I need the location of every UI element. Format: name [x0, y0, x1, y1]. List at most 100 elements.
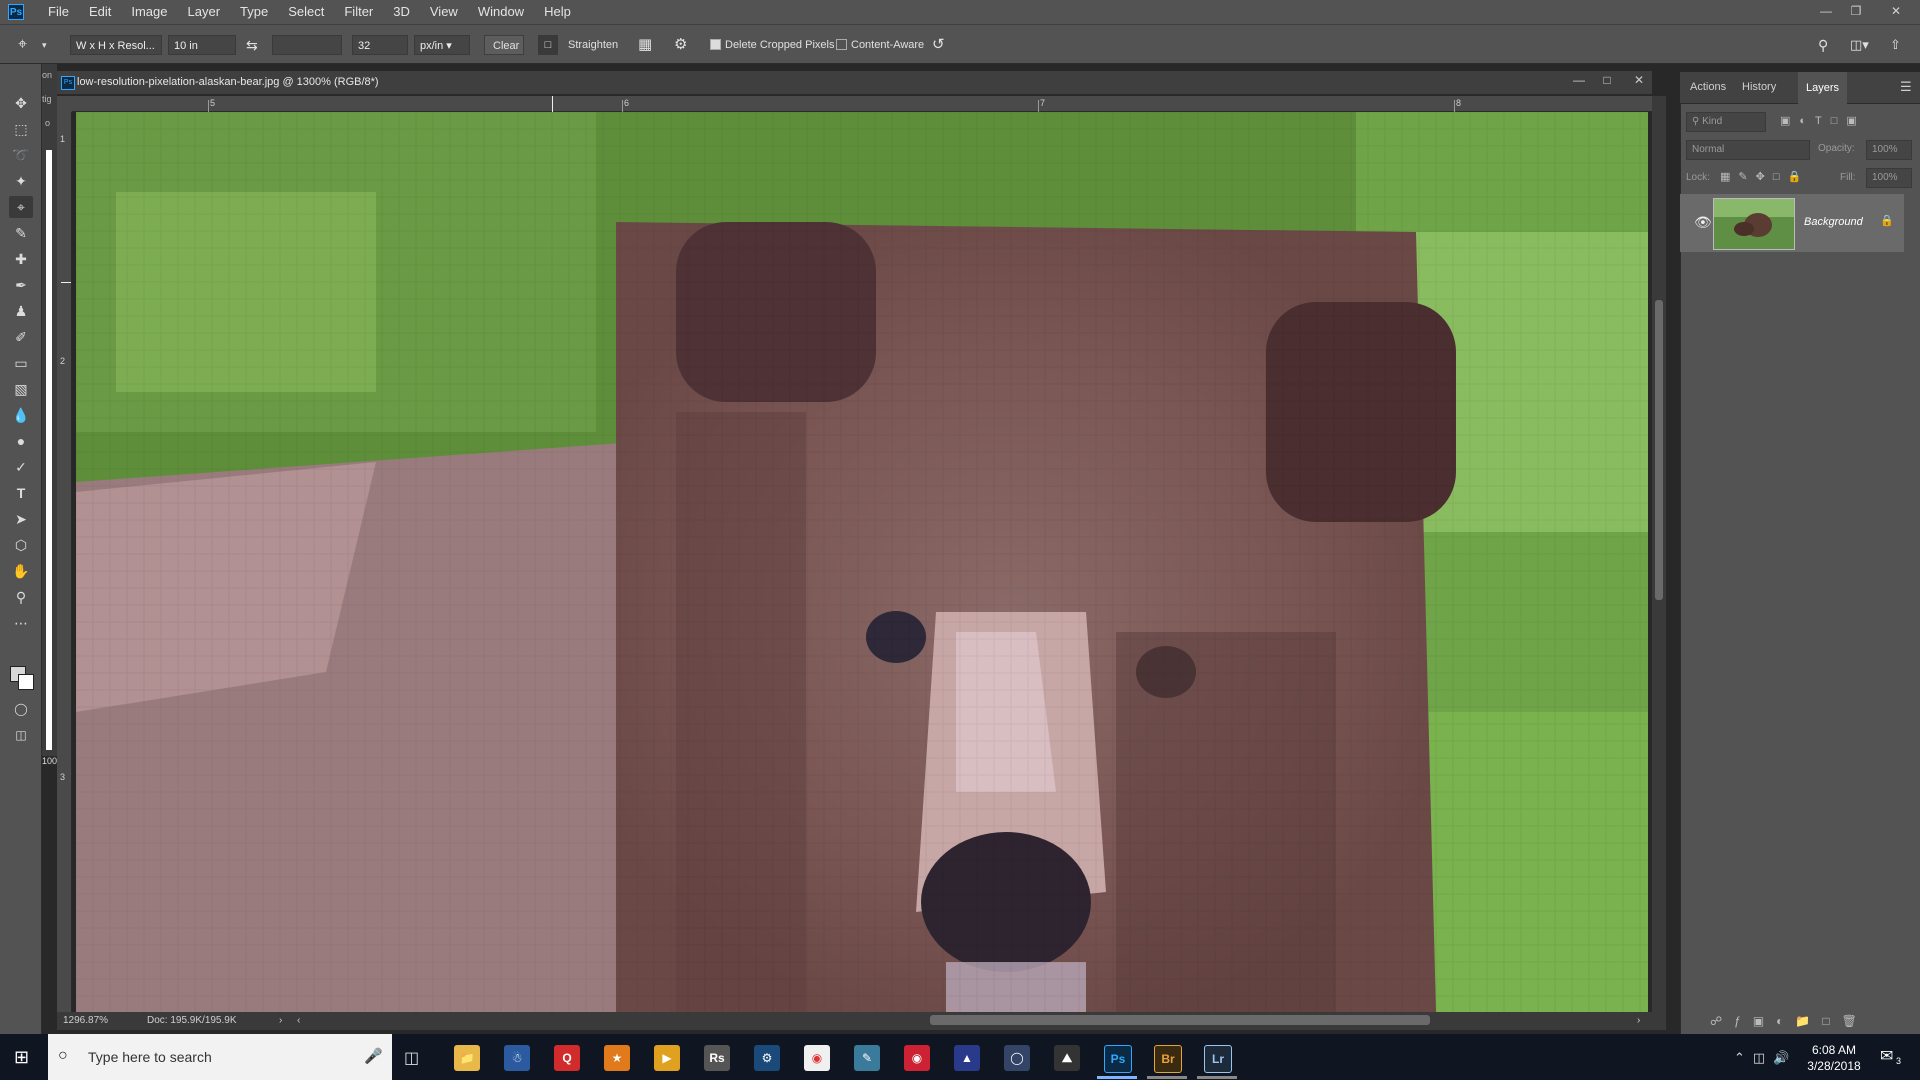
image-canvas[interactable] [76, 112, 1648, 1012]
filter-icons[interactable]: ▣◐T□▣ [1780, 114, 1866, 127]
brush-size-slider[interactable] [46, 150, 52, 750]
zoom-level[interactable]: 1296.87% [63, 1015, 108, 1026]
menu-layer[interactable]: Layer [178, 0, 231, 24]
app-icon[interactable]: ★ [604, 1045, 630, 1071]
delete-cropped-checkbox[interactable]: Delete Cropped Pixels [710, 35, 834, 55]
swap-icon[interactable]: ⇆ [246, 35, 258, 55]
lightroom-taskbar-icon[interactable]: Lr [1204, 1045, 1232, 1073]
shape-tool-icon[interactable]: ⬡ [9, 534, 33, 556]
horizontal-scroll-thumb[interactable] [930, 1015, 1430, 1025]
menu-window[interactable]: Window [468, 0, 534, 24]
scroll-left-icon[interactable]: ‹ [297, 1015, 300, 1026]
app-icon[interactable]: ☃ [504, 1045, 530, 1071]
history-brush-icon[interactable]: ✐ [9, 326, 33, 348]
app-icon[interactable]: ✎ [854, 1045, 880, 1071]
width-input[interactable]: 10 in [168, 35, 236, 55]
photos-icon[interactable]: ⛰ [1054, 1045, 1080, 1071]
move-tool-icon[interactable]: ✥ [9, 92, 33, 114]
fill-input[interactable]: 100% [1866, 168, 1912, 188]
share-icon[interactable]: ⇧ [1890, 35, 1901, 55]
app-icon[interactable]: ⚙ [754, 1045, 780, 1071]
marquee-tool-icon[interactable]: ⬚ [9, 118, 33, 140]
menu-3d[interactable]: 3D [383, 0, 420, 24]
rs-app-icon[interactable]: Rs [704, 1045, 730, 1071]
workspace-icon[interactable]: ◫▾ [1850, 35, 1869, 55]
crop-preset-select[interactable]: W x H x Resol... [70, 35, 162, 55]
menu-filter[interactable]: Filter [334, 0, 383, 24]
file-explorer-icon[interactable]: 📁 [454, 1045, 480, 1071]
document-tab[interactable]: Ps low-resolution-pixelation-alaskan-bea… [57, 71, 1652, 95]
clone-stamp-icon[interactable]: ♟ [9, 300, 33, 322]
straighten-icon[interactable]: □ [538, 35, 558, 55]
notification-icon[interactable]: ✉ [1880, 1046, 1893, 1066]
menu-image[interactable]: Image [121, 0, 177, 24]
eraser-icon[interactable]: ▭ [9, 352, 33, 374]
brush-tool-icon[interactable]: ✒ [9, 274, 33, 296]
grid-overlay-icon[interactable]: ▦ [638, 35, 652, 55]
blend-mode-select[interactable]: Normal [1686, 140, 1810, 160]
app-icon[interactable]: ◉ [904, 1045, 930, 1071]
crop-tool-icon[interactable]: ⌖ [9, 196, 33, 218]
tab-layers[interactable]: Layers [1798, 72, 1848, 104]
menu-type[interactable]: Type [230, 0, 278, 24]
magic-wand-icon[interactable]: ✦ [9, 170, 33, 192]
quicken-icon[interactable]: Q [554, 1045, 580, 1071]
quick-mask-icon[interactable]: ◯ [9, 698, 33, 720]
content-aware-checkbox[interactable]: Content-Aware [836, 35, 924, 55]
close-icon[interactable]: ✕ [1627, 73, 1651, 91]
pen-tool-icon[interactable]: ✓ [9, 456, 33, 478]
lock-options-icons[interactable]: ▦✎✥□🔒 [1720, 170, 1809, 183]
layer-thumbnail[interactable] [1713, 198, 1795, 250]
ruler-origin[interactable] [57, 96, 72, 112]
opacity-input[interactable]: 100% [1866, 140, 1912, 160]
menu-view[interactable]: View [420, 0, 468, 24]
tab-history[interactable]: History [1742, 81, 1776, 93]
more-tools-icon[interactable]: ⋯ [9, 612, 33, 634]
vertical-ruler[interactable]: 1 2 3 [57, 112, 72, 1012]
app-icon[interactable]: ▲ [954, 1045, 980, 1071]
clock[interactable]: 6:08 AM 3/28/2018 [1800, 1042, 1868, 1074]
height-input[interactable] [272, 35, 342, 55]
panel-menu-icon[interactable]: ☰ [1900, 79, 1912, 95]
layer-name[interactable]: Background [1804, 216, 1863, 228]
eye-icon[interactable]: 👁 [1694, 214, 1712, 231]
search-icon[interactable]: ⚲ [1818, 35, 1828, 55]
task-view-icon[interactable]: ◫ [404, 1048, 419, 1068]
chrome-icon[interactable]: ◉ [804, 1045, 830, 1071]
system-tray-icons[interactable]: ⌃◫🔊 [1734, 1050, 1797, 1066]
app-icon[interactable]: ◯ [1004, 1045, 1030, 1071]
horizontal-ruler[interactable]: 5 6 7 8 [72, 96, 1652, 112]
dodge-tool-icon[interactable]: ● [9, 430, 33, 452]
reset-icon[interactable]: ↺ [932, 35, 945, 55]
gradient-icon[interactable]: ▧ [9, 378, 33, 400]
photoshop-logo-icon[interactable]: Ps [8, 4, 24, 20]
vertical-scroll-thumb[interactable] [1655, 300, 1663, 600]
path-selection-icon[interactable]: ➤ [9, 508, 33, 530]
screen-mode-icon[interactable]: ◫ [9, 724, 33, 746]
blur-tool-icon[interactable]: 💧 [9, 404, 33, 426]
lock-icon[interactable]: 🔒 [1880, 214, 1894, 227]
straighten-label[interactable]: Straighten [568, 35, 618, 55]
menu-help[interactable]: Help [534, 0, 581, 24]
layer-kind-filter[interactable]: ⚲ Kind [1686, 112, 1766, 132]
resolution-input[interactable]: 32 [352, 35, 408, 55]
microphone-icon[interactable]: 🎤 [364, 1047, 383, 1065]
hand-tool-icon[interactable]: ✋ [9, 560, 33, 582]
lasso-tool-icon[interactable]: ➰ [9, 144, 33, 166]
clear-button[interactable]: Clear [484, 35, 524, 55]
minimize-icon[interactable]: — [1567, 73, 1591, 91]
windows-start-icon[interactable]: ⊞ [14, 1047, 29, 1068]
bridge-taskbar-icon[interactable]: Br [1154, 1045, 1182, 1073]
status-arrow-icon[interactable]: › [279, 1015, 282, 1026]
eyedropper-icon[interactable]: ✎ [9, 222, 33, 244]
type-tool-icon[interactable]: T [9, 482, 33, 504]
photoshop-taskbar-icon[interactable]: Ps [1104, 1045, 1132, 1073]
close-icon[interactable]: ✕ [1876, 0, 1916, 24]
chevron-down-icon[interactable]: ▾ [42, 35, 47, 55]
tab-actions[interactable]: Actions [1690, 81, 1726, 93]
restore-icon[interactable]: ❐ [1836, 0, 1876, 24]
menu-select[interactable]: Select [278, 0, 334, 24]
maximize-icon[interactable]: □ [1595, 73, 1619, 91]
gear-icon[interactable]: ⚙ [674, 35, 687, 55]
menu-file[interactable]: File [38, 0, 79, 24]
